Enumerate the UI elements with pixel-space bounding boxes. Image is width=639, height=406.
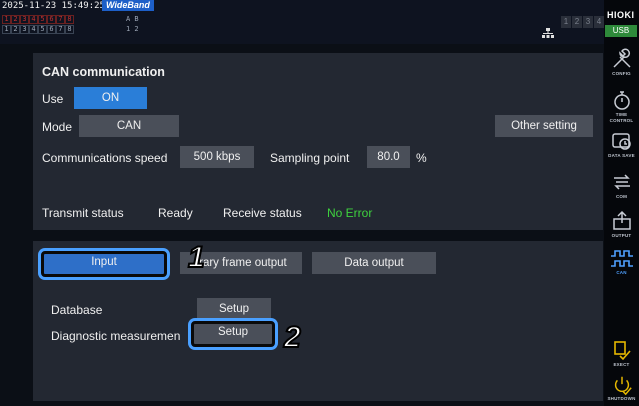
channel-indicator: 2	[11, 25, 20, 34]
sidebar-item-execute[interactable]: EXECT	[605, 336, 638, 376]
can-icon	[610, 250, 633, 267]
channel-indicators-row1: 12345678	[2, 15, 74, 24]
sampling-point-input[interactable]: 80.0	[367, 146, 410, 168]
diagnostic-setup-button[interactable]: Setup	[191, 321, 275, 347]
slot-indicator: 2	[572, 16, 582, 28]
diagnostic-measurement-label: Diagnostic measuremen	[51, 329, 181, 343]
com-icon	[613, 174, 630, 190]
output-icon	[612, 210, 631, 230]
channel-indicator: 3	[20, 25, 29, 34]
channel-indicator: 5	[38, 25, 47, 34]
sampling-point-unit: %	[416, 151, 427, 165]
sidebar-item-can[interactable]: CAN	[605, 246, 638, 286]
tab-data-output[interactable]: Data output	[312, 252, 436, 274]
use-label: Use	[42, 92, 64, 106]
transmit-status-label: Transmit status	[42, 206, 124, 220]
data-save-icon	[611, 133, 631, 150]
sidebar-item-label: OUTPUT	[611, 233, 632, 238]
database-setup-button[interactable]: Setup	[197, 298, 271, 320]
slot-indicators: 1 2 3 4	[561, 16, 604, 28]
channel-indicator: 7	[56, 25, 65, 34]
channel-indicator: 4	[29, 25, 38, 34]
channel-indicator: 8	[65, 15, 74, 24]
channel-indicator: 1	[2, 15, 11, 24]
channel-indicator: 8	[65, 25, 74, 34]
sidebar-item-label: CONFIG	[612, 71, 631, 76]
shutdown-icon	[614, 376, 632, 396]
status-bar: 2025-11-23 15:49:25 WideBand 12345678 12…	[0, 0, 604, 44]
wrench-icon	[612, 48, 631, 68]
sampling-point-label: Sampling point	[270, 151, 350, 165]
usb-badge: USB	[605, 25, 637, 37]
ab-indicator-2: 1 2	[126, 25, 139, 33]
use-toggle-button[interactable]: ON	[74, 87, 147, 109]
channel-indicator: 4	[29, 15, 38, 24]
communications-speed-select[interactable]: 500 kbps	[180, 146, 254, 168]
can-communication-panel: CAN communication Use ON Mode CAN Other …	[33, 53, 603, 230]
sidebar-item-data-save[interactable]: DATA SAVE	[605, 127, 638, 167]
ab-indicator: A B	[126, 15, 139, 23]
sidebar-item-label: CAN	[616, 270, 627, 275]
receive-status-value: No Error	[327, 206, 373, 220]
communications-speed-label: Communications speed	[42, 151, 168, 165]
slot-indicator: 4	[594, 16, 604, 28]
sidebar-item-label: COM	[615, 194, 628, 199]
receive-status-label: Receive status	[223, 206, 302, 220]
sidebar-item-output[interactable]: OUTPUT	[605, 207, 638, 247]
channel-indicator: 5	[38, 15, 47, 24]
timestamp: 2025-11-23 15:49:25	[2, 1, 105, 11]
sidebar-item-label: SHUTDOWN	[607, 396, 636, 401]
channel-indicator: 3	[20, 15, 29, 24]
callout-number: 1	[187, 240, 206, 275]
brand-logo: HIOKI	[607, 10, 635, 20]
other-setting-button[interactable]: Other setting	[495, 115, 593, 137]
sidebar-item-com[interactable]: COM	[605, 168, 638, 208]
sidebar-item-time-control[interactable]: TIME CONTROL	[605, 86, 638, 126]
channel-indicators-row2: 12345678	[2, 25, 74, 34]
tab-input[interactable]: Input	[41, 251, 167, 277]
callout-number: 2	[283, 320, 302, 355]
mode-select[interactable]: CAN	[79, 115, 179, 137]
panel-title: CAN communication	[42, 65, 165, 79]
sidebar-item-shutdown[interactable]: SHUTDOWN	[605, 372, 638, 406]
stopwatch-icon	[613, 91, 630, 110]
slot-indicator: 1	[561, 16, 571, 28]
wideband-badge: WideBand	[102, 0, 154, 11]
execute-icon	[613, 341, 631, 361]
network-icon	[542, 28, 554, 38]
channel-indicator: 2	[11, 15, 20, 24]
can-io-panel: Input rrary frame output Data output Dat…	[33, 241, 603, 401]
channel-indicator: 7	[56, 15, 65, 24]
sidebar-item-label: TIME CONTROL	[609, 112, 634, 123]
transmit-status-value: Ready	[158, 206, 193, 220]
sidebar-item-label: DATA SAVE	[608, 153, 635, 158]
channel-indicator: 6	[47, 15, 56, 24]
sidebar-item-label: EXECT	[613, 362, 630, 367]
mode-label: Mode	[42, 120, 73, 134]
sidebar-item-config[interactable]: CONFIG	[605, 45, 638, 85]
database-label: Database	[51, 303, 103, 317]
channel-indicator: 6	[47, 25, 56, 34]
slot-indicator: 3	[583, 16, 593, 28]
channel-indicator: 1	[2, 25, 11, 34]
